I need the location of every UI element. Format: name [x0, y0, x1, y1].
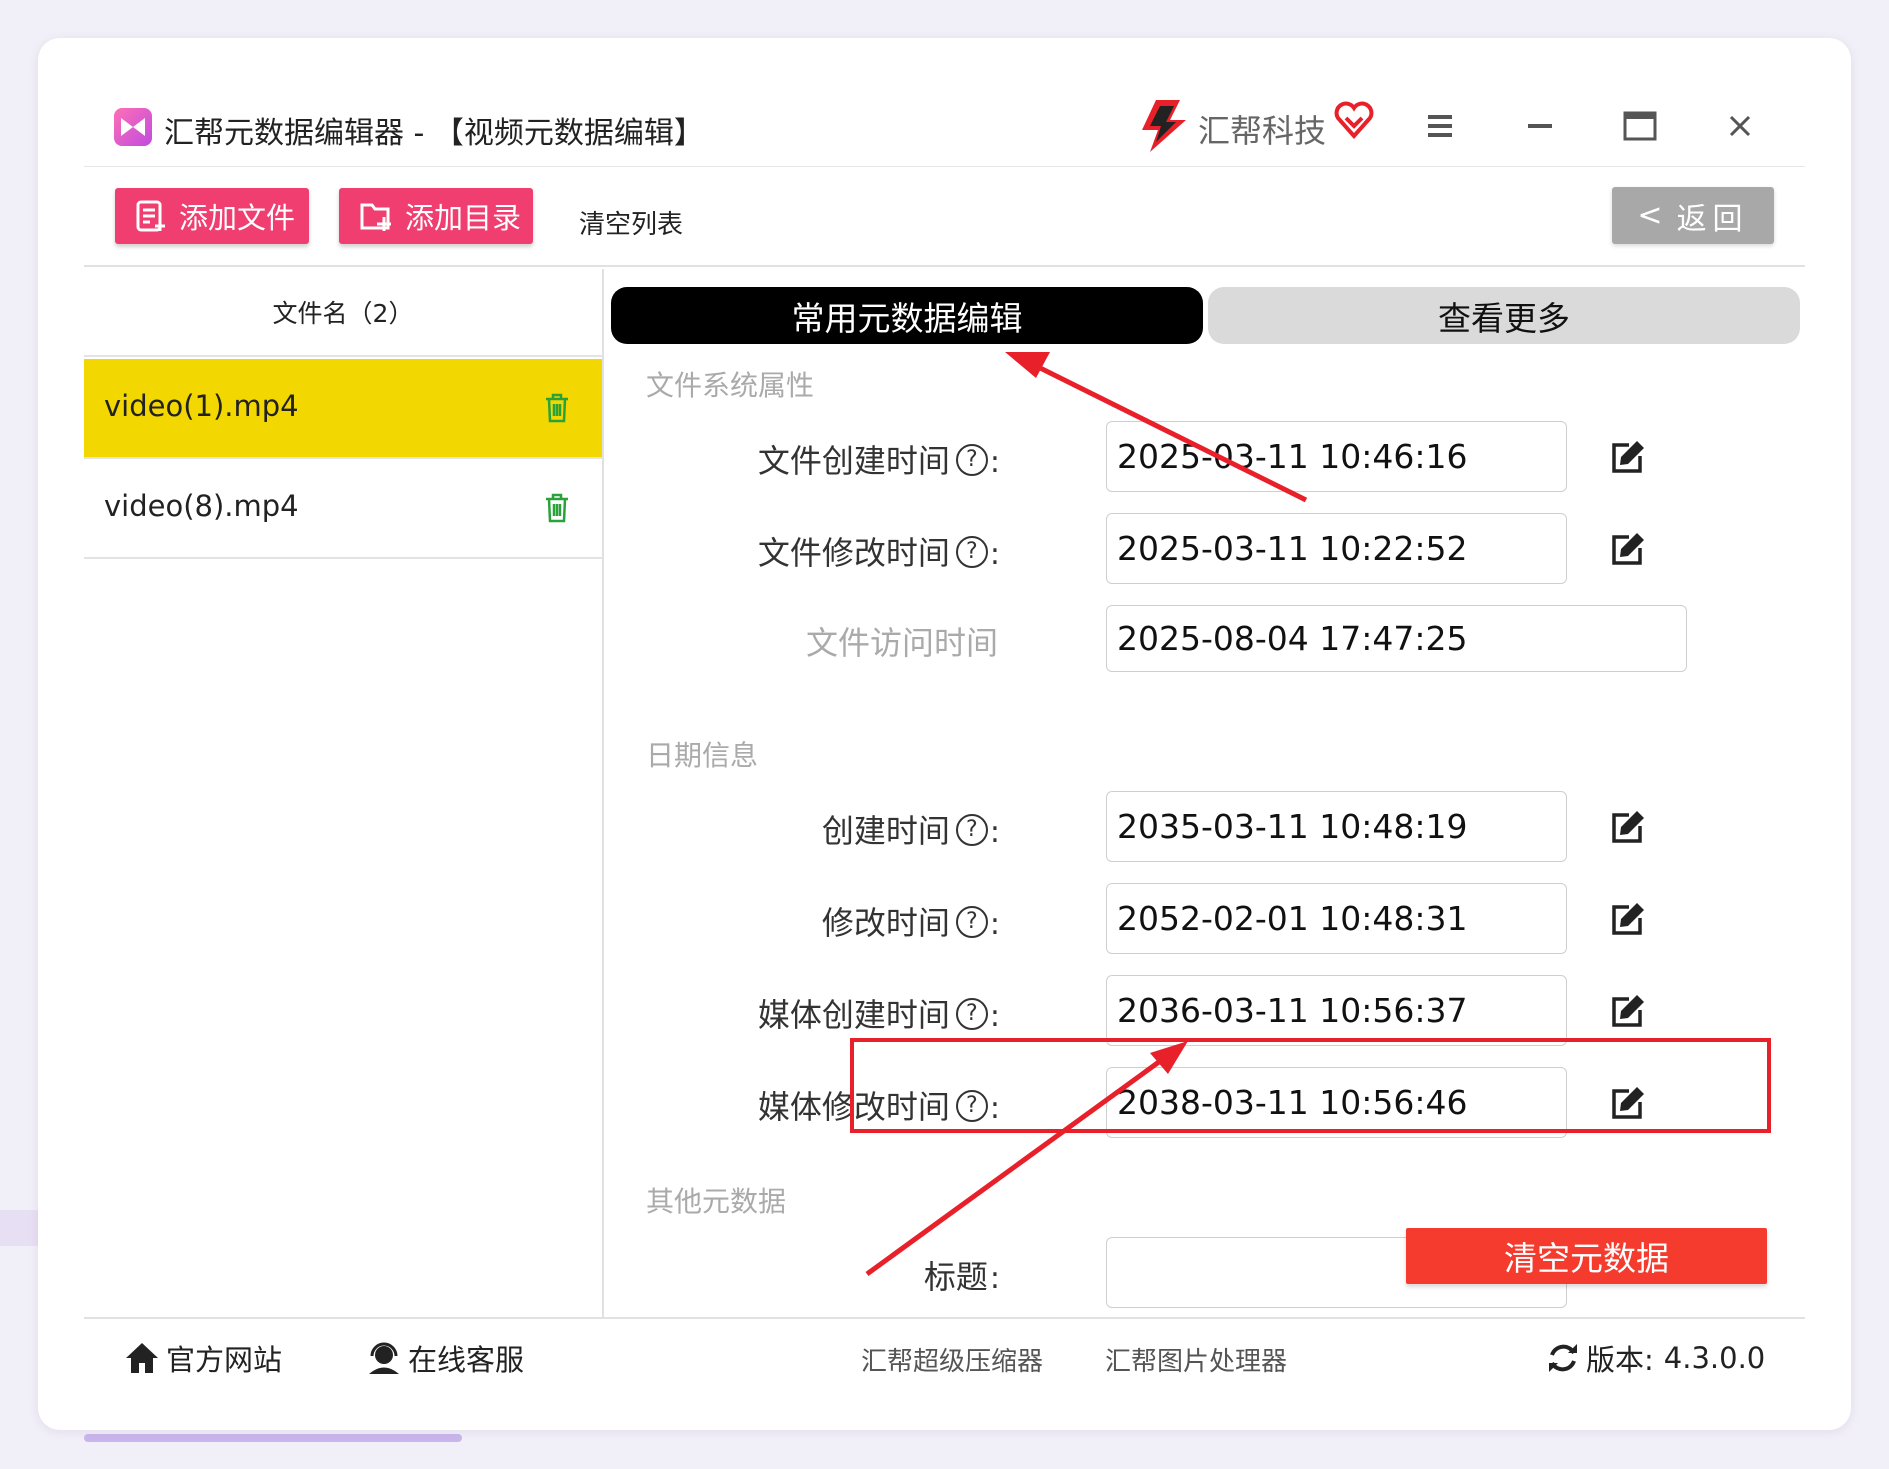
add-folder-label: 添加目录 — [405, 201, 522, 235]
background-scrollbar — [84, 1434, 462, 1442]
menu-icon[interactable] — [1416, 102, 1464, 150]
modified-time-field[interactable]: 2052-02-01 10:48:31 — [1106, 883, 1567, 954]
home-icon — [126, 1343, 158, 1373]
toolbar: 添加文件 添加目录 清空列表 < 返回 — [84, 167, 1805, 267]
window-title: 汇帮元数据编辑器 - 【视频元数据编辑】 — [164, 116, 704, 151]
version-number: 4.3.0.0 — [1663, 1341, 1766, 1375]
online-service-link[interactable]: 在线客服 — [366, 1337, 524, 1379]
file-created-time-field[interactable]: 2025-03-11 10:46:16 — [1106, 421, 1567, 492]
app-window: 汇帮元数据编辑器 - 【视频元数据编辑】 汇帮科技 添加文件 添加目录 清空列表… — [84, 84, 1805, 1394]
footer: 官方网站 在线客服 汇帮超级压缩器 汇帮图片处理器 版本: 4.3.0.0 — [84, 1317, 1805, 1394]
field-label-file-accessed: 文件访问时间 — [805, 624, 998, 662]
label-colon: : — [989, 999, 1000, 1034]
brand-logo-icon — [1136, 98, 1188, 158]
label-colon: : — [989, 815, 1000, 850]
brand-heart-icon — [1334, 100, 1374, 144]
field-label-file-created: 文件创建时间?: — [580, 436, 1000, 482]
file-modified-time-field[interactable]: 2025-03-11 10:22:52 — [1106, 513, 1567, 584]
chevron-left-icon: < — [1637, 198, 1663, 233]
help-icon[interactable]: ? — [955, 444, 988, 476]
help-icon[interactable]: ? — [955, 906, 988, 938]
field-label-text: 创建时间 — [821, 812, 950, 850]
field-label-title: 标题: — [580, 1252, 1000, 1298]
label-colon: : — [989, 445, 1000, 480]
online-service-label: 在线客服 — [408, 1343, 525, 1377]
trash-icon[interactable] — [544, 493, 570, 527]
add-folder-button[interactable]: 添加目录 — [339, 188, 533, 244]
clear-list-button[interactable]: 清空列表 — [579, 204, 683, 241]
help-icon[interactable]: ? — [955, 536, 988, 568]
minimize-icon[interactable] — [1516, 102, 1564, 150]
label-colon: : — [989, 1261, 1000, 1296]
file-accessed-time-field: 2025-08-04 17:47:25 — [1106, 605, 1687, 672]
refresh-icon[interactable] — [1546, 1341, 1580, 1375]
app-logo-icon — [114, 108, 152, 146]
file-row[interactable]: video(8).mp4 — [84, 459, 602, 559]
add-folder-icon — [360, 203, 391, 231]
label-colon: : — [989, 537, 1000, 572]
tab-common-metadata[interactable]: 常用元数据编辑 — [611, 287, 1203, 344]
field-label-text: 文件修改时间 — [757, 534, 950, 572]
field-label-media-created: 媒体创建时间?: — [580, 990, 1000, 1036]
tab-view-more[interactable]: 查看更多 — [1208, 287, 1800, 344]
edit-icon[interactable] — [1609, 990, 1649, 1034]
field-label-file-modified: 文件修改时间?: — [580, 528, 1000, 574]
created-time-field[interactable]: 2035-03-11 10:48:19 — [1106, 791, 1567, 862]
field-label-text: 标题 — [923, 1258, 988, 1296]
edit-icon[interactable] — [1609, 806, 1649, 850]
clear-metadata-button[interactable]: 清空元数据 — [1406, 1228, 1767, 1284]
maximize-icon[interactable] — [1616, 102, 1664, 150]
field-label-created: 创建时间?: — [580, 806, 1000, 852]
edit-icon[interactable] — [1609, 528, 1649, 572]
support-icon — [369, 1342, 399, 1374]
official-site-label: 官方网站 — [166, 1343, 283, 1377]
add-file-icon — [136, 200, 165, 232]
back-button[interactable]: < 返回 — [1612, 187, 1774, 244]
file-row[interactable]: video(1).mp4 — [84, 359, 602, 459]
file-name: video(8).mp4 — [104, 489, 299, 523]
image-processor-link[interactable]: 汇帮图片处理器 — [1105, 1341, 1287, 1378]
section-other-title: 其他元数据 — [646, 1185, 787, 1218]
version-info: 版本: 4.3.0.0 — [1546, 1337, 1765, 1379]
trash-icon[interactable] — [544, 393, 570, 427]
compressor-link[interactable]: 汇帮超级压缩器 — [861, 1341, 1043, 1378]
section-filesystem-title: 文件系统属性 — [646, 369, 815, 402]
add-file-label: 添加文件 — [179, 201, 296, 235]
edit-icon[interactable] — [1609, 436, 1649, 480]
version-label: 版本: — [1586, 1343, 1654, 1377]
file-name: video(1).mp4 — [104, 389, 299, 423]
title-bar: 汇帮元数据编辑器 - 【视频元数据编辑】 汇帮科技 — [84, 84, 1805, 167]
label-colon: : — [989, 907, 1000, 942]
field-label-modified: 修改时间?: — [580, 898, 1000, 944]
section-date-title: 日期信息 — [646, 739, 759, 772]
edit-icon[interactable] — [1609, 898, 1649, 942]
official-site-link[interactable]: 官方网站 — [124, 1337, 282, 1379]
file-list-panel: 文件名（2） video(1).mp4 video(8).mp4 — [84, 269, 604, 1317]
field-label-text: 文件创建时间 — [757, 442, 950, 480]
help-icon[interactable]: ? — [955, 814, 988, 846]
field-label-text: 修改时间 — [821, 904, 950, 942]
field-label-text: 媒体创建时间 — [757, 996, 950, 1034]
annotation-highlight-box — [850, 1038, 1771, 1133]
back-label: 返回 — [1676, 201, 1749, 237]
brand-name: 汇帮科技 — [1198, 112, 1327, 150]
media-created-time-field[interactable]: 2036-03-11 10:56:37 — [1106, 975, 1567, 1046]
file-list-header: 文件名（2） — [84, 269, 602, 357]
close-icon[interactable] — [1716, 102, 1764, 150]
help-icon[interactable]: ? — [955, 998, 988, 1030]
add-file-button[interactable]: 添加文件 — [115, 188, 309, 244]
